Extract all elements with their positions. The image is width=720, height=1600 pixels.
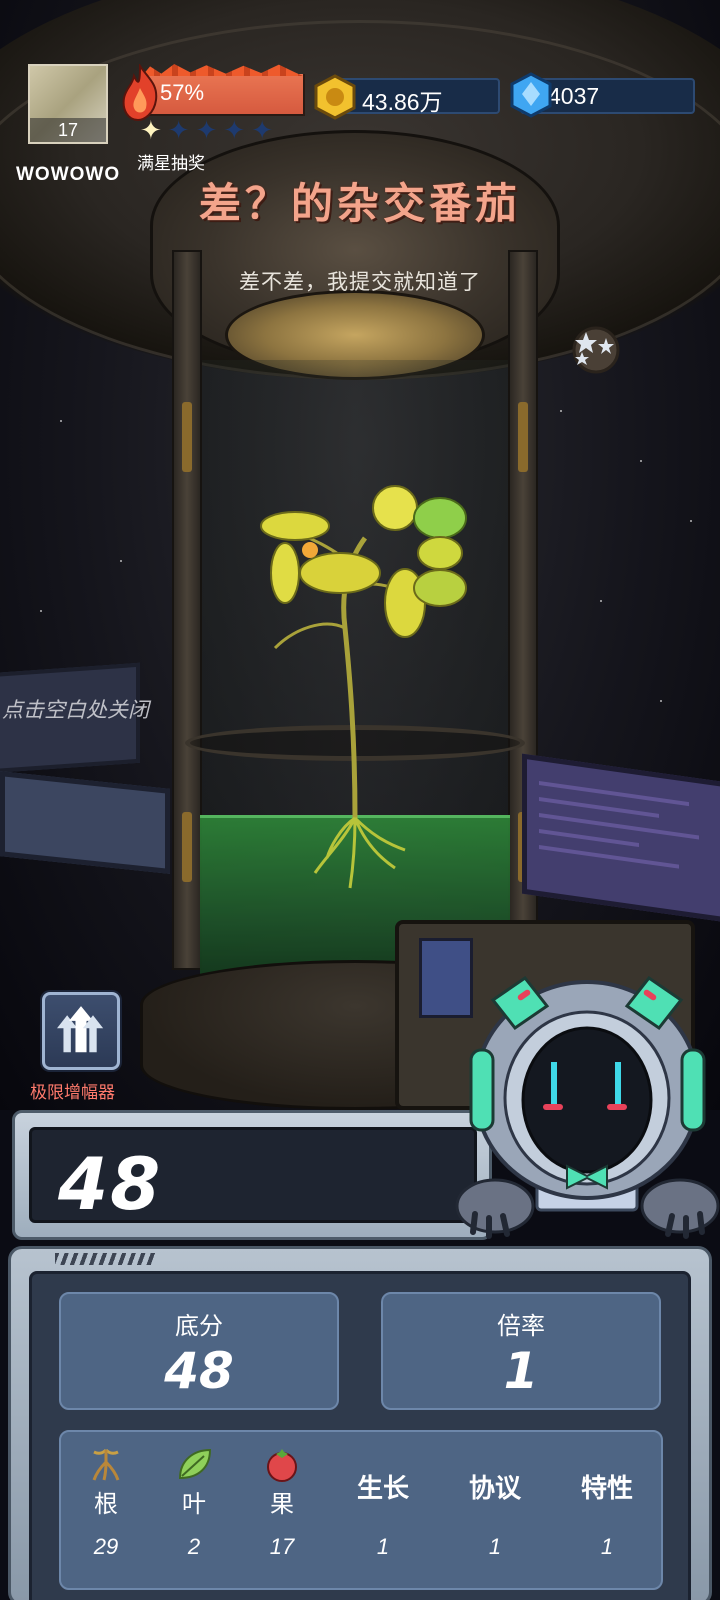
limit-amplifier-button[interactable] bbox=[42, 992, 120, 1070]
space-star bbox=[560, 410, 562, 412]
player-level: 17 bbox=[30, 118, 106, 142]
star-cluster-icon[interactable] bbox=[568, 322, 624, 378]
base-score-card: 底分 48 bbox=[59, 1292, 339, 1410]
attribute-leaf: 叶 2 bbox=[149, 1432, 239, 1592]
gold-amount: 43.86万 bbox=[362, 89, 443, 115]
attribute-label: 特性 bbox=[580, 1474, 633, 1504]
heat-percent: 57% bbox=[160, 80, 205, 105]
attribute-table: 根 29 叶 2 果 17 生长 1 协议 1 特性 1 bbox=[59, 1430, 663, 1590]
limit-amplifier-label: 极限增幅器 bbox=[30, 1083, 115, 1103]
space-star bbox=[640, 460, 642, 462]
star-icon: ✦ bbox=[223, 116, 246, 146]
base-score-value: 48 bbox=[164, 1342, 234, 1400]
attribute-value: 1 bbox=[488, 1534, 502, 1559]
right-monitor bbox=[522, 753, 720, 923]
attribute-label: 叶 bbox=[182, 1490, 206, 1518]
attribute-label: 生长 bbox=[356, 1474, 409, 1504]
fruit-icon bbox=[267, 1449, 297, 1482]
hybrid-tomato-plant bbox=[260, 485, 467, 889]
gold-coin-icon bbox=[314, 74, 356, 120]
star-icon: ✦ bbox=[140, 116, 162, 146]
result-subtitle: 差不差，我提交就知道了 bbox=[239, 270, 481, 294]
star-icon: ✦ bbox=[251, 116, 273, 146]
attribute-value: 17 bbox=[269, 1534, 295, 1559]
space-star bbox=[40, 610, 42, 612]
attribute-value: 1 bbox=[376, 1534, 390, 1559]
attribute-trait: 特性 1 bbox=[557, 1432, 657, 1592]
multiplier-label: 倍率 bbox=[497, 1312, 545, 1340]
star-icon: ✦ bbox=[167, 116, 190, 146]
chamber-pillar-left bbox=[172, 250, 202, 970]
space-star bbox=[660, 700, 662, 702]
attribute-label: 根 bbox=[94, 1490, 118, 1518]
triple-arrow-up-icon bbox=[57, 1006, 104, 1053]
player-avatar[interactable]: 17 bbox=[28, 64, 108, 144]
space-star bbox=[120, 560, 122, 562]
total-score: 48 bbox=[58, 1142, 163, 1226]
vent-grill bbox=[55, 1253, 155, 1265]
attribute-value: 2 bbox=[187, 1534, 201, 1559]
space-star bbox=[600, 600, 602, 602]
star-rating[interactable]: ✦ ✦ ✦ ✦ ✦ bbox=[140, 117, 273, 145]
star-icon: ✦ bbox=[195, 116, 218, 146]
diamond-icon bbox=[510, 72, 552, 118]
score-breakdown-board: 底分 48 倍率 1 根 29 叶 2 果 17 生长 1 协议 1 特性 1 bbox=[8, 1246, 712, 1600]
attribute-fruit: 果 17 bbox=[237, 1432, 327, 1592]
attribute-protocol: 协议 1 bbox=[445, 1432, 545, 1592]
left-desk-screen bbox=[0, 771, 170, 874]
tap-to-close-hint: 点击空白处关闭 bbox=[2, 698, 149, 722]
attribute-label: 协议 bbox=[468, 1474, 521, 1504]
board-inner: 底分 48 倍率 1 根 29 叶 2 果 17 生长 1 协议 1 特性 1 bbox=[29, 1271, 691, 1600]
attribute-value: 29 bbox=[93, 1534, 119, 1559]
space-star bbox=[690, 520, 692, 522]
root-icon bbox=[92, 1448, 120, 1481]
attribute-root: 根 29 bbox=[61, 1432, 151, 1592]
attribute-label: 果 bbox=[270, 1490, 294, 1518]
diamond-amount: 4037 bbox=[548, 83, 600, 109]
leaf-icon bbox=[178, 1448, 212, 1480]
multiplier-value: 1 bbox=[503, 1342, 539, 1400]
total-score-display: 48 bbox=[29, 1127, 477, 1226]
result-title: 差？的杂交番茄 bbox=[198, 179, 521, 228]
attribute-growth: 生长 1 bbox=[333, 1432, 433, 1592]
base-score-label: 底分 bbox=[175, 1312, 223, 1340]
attribute-value: 1 bbox=[600, 1534, 614, 1559]
space-star bbox=[60, 420, 62, 422]
multiplier-card: 倍率 1 bbox=[381, 1292, 661, 1410]
total-score-frame: 48 bbox=[12, 1110, 492, 1240]
robot-mascot bbox=[455, 975, 720, 1239]
flame-icon bbox=[122, 64, 158, 122]
